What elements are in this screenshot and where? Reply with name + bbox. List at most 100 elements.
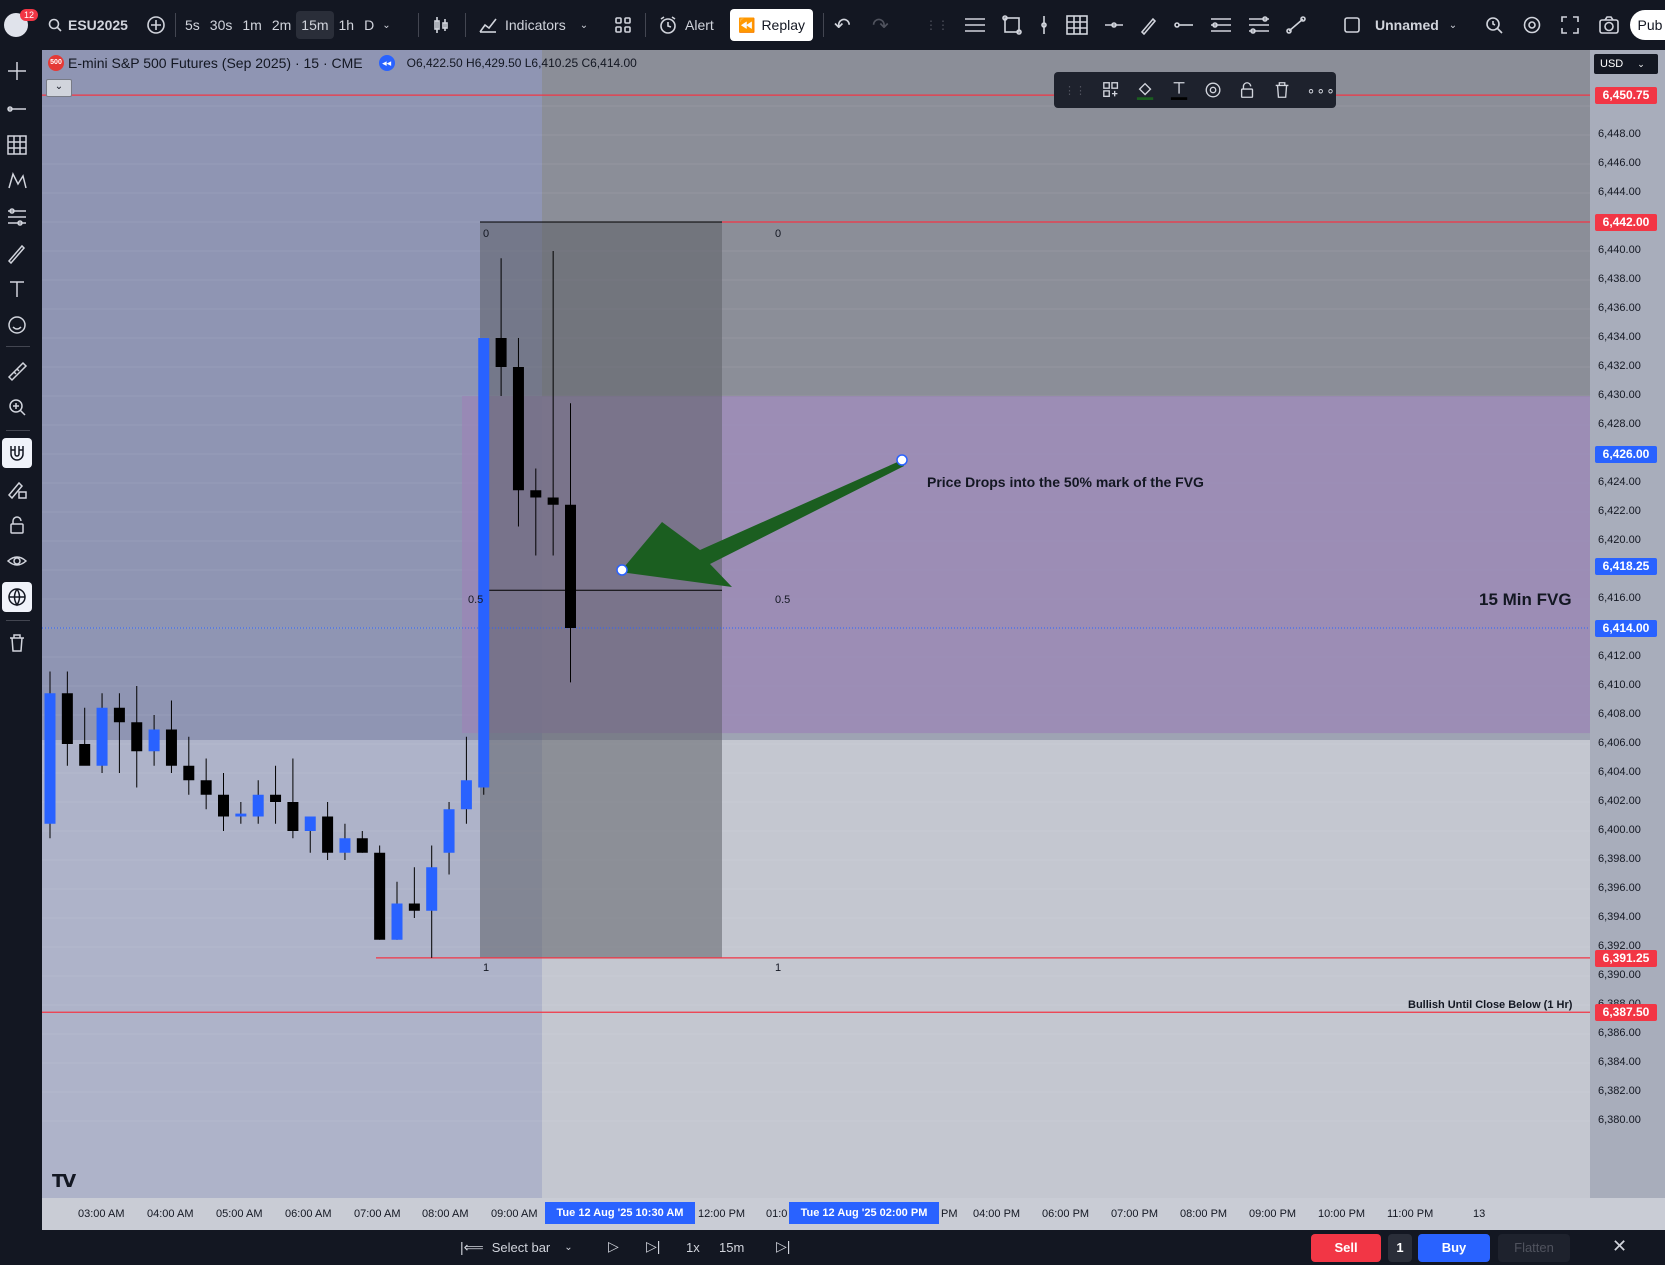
fib-level-half-right: 0.5 xyxy=(775,594,791,606)
drag-handle-icon[interactable]: ⋮⋮ xyxy=(1064,84,1086,97)
arrow-annotation-text[interactable]: Price Drops into the 50% mark of the FVG xyxy=(927,474,1204,490)
text-color-icon[interactable] xyxy=(1170,79,1188,101)
speed-selector[interactable]: 1x xyxy=(686,1240,700,1255)
stay-drawing-tool[interactable] xyxy=(2,474,32,504)
parallel-channel-icon[interactable] xyxy=(1209,15,1233,35)
vertical-line-icon[interactable] xyxy=(1037,14,1051,36)
indicators-button[interactable]: Indicators ⌄ xyxy=(478,0,588,50)
interval-5s[interactable]: 5s xyxy=(180,11,205,39)
trend-line-tool[interactable] xyxy=(2,94,32,124)
alert-button[interactable]: Alert xyxy=(658,0,714,50)
close-icon: ✕ xyxy=(1612,1236,1628,1256)
chart-pane[interactable]: 500 E-mini S&P 500 Futures (Sep 2025) · … xyxy=(42,50,1665,1230)
time-label: 07:00 PM xyxy=(1111,1208,1159,1220)
arrow-handle-start xyxy=(896,454,908,466)
interval-1h[interactable]: 1h xyxy=(334,11,360,39)
ray-icon[interactable] xyxy=(1173,18,1195,32)
quick-search-icon[interactable] xyxy=(1484,15,1504,35)
drag-handle-icon[interactable]: ⋮⋮ xyxy=(925,18,949,32)
magnet-tool[interactable] xyxy=(2,438,32,468)
price-tick: 6,446.00 xyxy=(1598,157,1641,169)
lock-drawings-tool[interactable] xyxy=(2,510,32,540)
more-icon[interactable]: ∘∘∘ xyxy=(1307,82,1336,99)
emoji-tool[interactable] xyxy=(2,310,32,340)
trash-icon[interactable] xyxy=(1273,80,1291,100)
layout-name-button[interactable]: Unnamed ⌄ xyxy=(1343,0,1457,50)
fill-color-icon[interactable] xyxy=(1136,79,1154,101)
app-logo-button[interactable]: 12 xyxy=(4,0,39,50)
layout-name-label: Unnamed xyxy=(1375,17,1439,33)
price-tick: 6,398.00 xyxy=(1598,853,1641,865)
interval-15m[interactable]: 15m xyxy=(296,11,334,39)
price-tag: 6,391.25 xyxy=(1595,949,1657,967)
interval-1m[interactable]: 1m xyxy=(237,11,266,39)
time-label: 09:00 PM xyxy=(1249,1208,1297,1220)
chart-type-button[interactable] xyxy=(432,0,450,50)
pattern-tool[interactable] xyxy=(2,166,32,196)
play-button[interactable]: ▷ xyxy=(608,1238,619,1255)
hide-drawings-tool[interactable] xyxy=(2,546,32,576)
interval-2m[interactable]: 2m xyxy=(267,11,296,39)
fib-grid-icon[interactable] xyxy=(1065,14,1089,36)
crosshair-tool[interactable] xyxy=(2,56,32,86)
fib-level-1-right: 1 xyxy=(775,962,782,974)
text-tool[interactable] xyxy=(2,274,32,304)
lock-icon[interactable] xyxy=(1238,80,1256,100)
remove-drawings-tool[interactable] xyxy=(2,628,32,658)
interval-d[interactable]: D xyxy=(359,11,379,39)
publish-button[interactable]: Pub xyxy=(1630,10,1665,40)
zoom-tool[interactable] xyxy=(2,392,32,422)
camera-icon[interactable] xyxy=(1598,15,1620,35)
pattern-icon xyxy=(8,171,27,189)
buy-button[interactable]: Buy xyxy=(1418,1234,1490,1262)
sync-drawings-tool[interactable] xyxy=(2,582,32,612)
price-tag: 6,418.25 xyxy=(1595,558,1657,576)
measure-tool[interactable] xyxy=(2,356,32,386)
jump-to-realtime-button[interactable]: ▷| xyxy=(776,1238,790,1255)
horizontal-ray-icon[interactable] xyxy=(1103,18,1125,32)
interval-30s[interactable]: 30s xyxy=(205,11,238,39)
compare-add-button[interactable] xyxy=(146,0,166,50)
templates-icon[interactable] xyxy=(1102,80,1120,100)
symbol-legend: 500 E-mini S&P 500 Futures (Sep 2025) · … xyxy=(48,55,637,71)
close-replay-button[interactable]: ✕ xyxy=(1612,1236,1627,1257)
bullish-level-label[interactable]: Bullish Until Close Below (1 Hr) xyxy=(1408,999,1572,1011)
forecast-tool[interactable] xyxy=(2,202,32,232)
fvg-label[interactable]: 15 Min FVG xyxy=(1479,590,1572,610)
brush-tool[interactable] xyxy=(2,238,32,268)
select-bar-button[interactable]: |⟸ Select bar ⌄ xyxy=(460,1230,573,1265)
step-forward-button[interactable]: ▷| xyxy=(646,1238,660,1255)
settings-icon[interactable] xyxy=(1204,80,1222,100)
pen-icon[interactable] xyxy=(1139,15,1159,35)
trend-line-icon[interactable] xyxy=(1285,15,1307,35)
interval-dropdown-chevron-icon[interactable]: ⌄ xyxy=(379,14,393,37)
replay-button[interactable]: ⏪ Replay xyxy=(730,9,814,41)
price-tick: 6,408.00 xyxy=(1598,708,1641,720)
layout-chevron-icon: ⌄ xyxy=(1448,19,1458,31)
quantity-field[interactable]: 1 xyxy=(1388,1234,1412,1262)
redo-button[interactable]: ↷ xyxy=(872,0,889,50)
sell-button[interactable]: Sell xyxy=(1311,1234,1381,1262)
step-forward-icon: ▷| xyxy=(646,1238,661,1254)
rewind-icon: ⏪ xyxy=(738,16,756,33)
currency-label: USD xyxy=(1600,58,1624,70)
replay-interval-selector[interactable]: 15m xyxy=(719,1240,744,1255)
settings-gear-icon[interactable] xyxy=(1522,15,1542,35)
fullscreen-icon[interactable] xyxy=(1560,15,1580,35)
regression-channel-icon[interactable] xyxy=(1247,15,1271,35)
layouts-button[interactable] xyxy=(614,0,632,50)
fib-tool[interactable] xyxy=(2,130,32,160)
candle-body xyxy=(218,794,229,817)
currency-selector[interactable]: USD ⌄ xyxy=(1594,54,1658,74)
flatten-button[interactable]: Flatten xyxy=(1498,1234,1570,1262)
symbol-search-button[interactable]: ESU2025 xyxy=(48,0,128,50)
time-label: 01:0 xyxy=(766,1208,788,1220)
rectangle-icon[interactable] xyxy=(1001,14,1023,36)
candle-body xyxy=(304,816,316,831)
horizontal-lines-icon[interactable] xyxy=(963,15,987,35)
legend-collapse-chevron-icon[interactable]: ⌄ xyxy=(46,79,72,97)
undo-button[interactable]: ↶ xyxy=(834,0,851,50)
symbol-title[interactable]: E-mini S&P 500 Futures (Sep 2025) · 15 ·… xyxy=(68,55,363,71)
replay-bottom-bar: |⟸ Select bar ⌄ ▷ ▷| 1x 15m ▷| Sell 1 Bu… xyxy=(0,1230,1665,1265)
divider xyxy=(465,13,466,37)
